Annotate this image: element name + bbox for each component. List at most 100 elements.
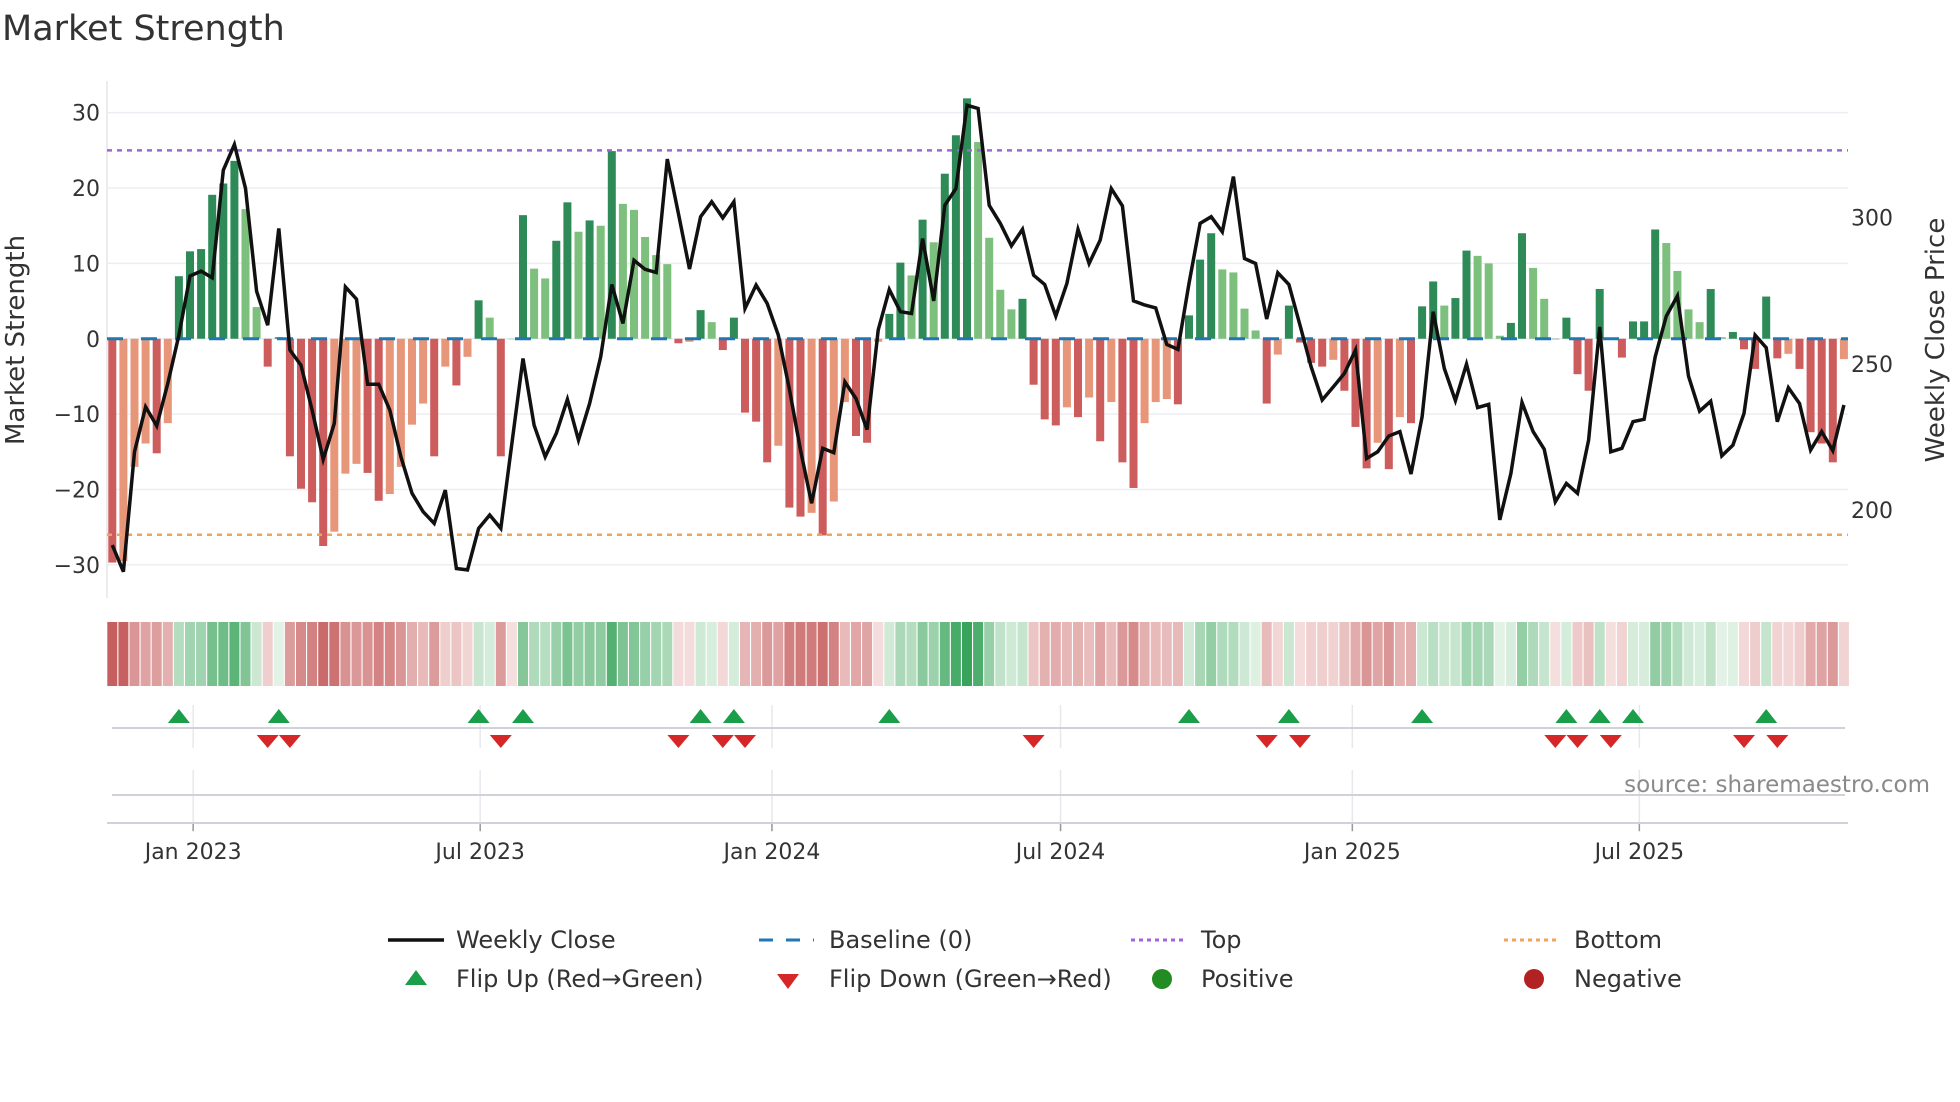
flip-down-marker	[1255, 735, 1278, 748]
heat-cell	[1428, 622, 1439, 686]
flip-down-marker	[278, 735, 301, 748]
flip-down-marker	[1544, 735, 1567, 748]
heat-cell	[1639, 622, 1650, 686]
y2-tick-label: 200	[1851, 499, 1893, 524]
heat-cell	[1195, 622, 1206, 686]
positive-bar	[585, 220, 594, 339]
heat-cell	[573, 622, 584, 686]
heat-cell	[1283, 622, 1294, 686]
heat-cell	[251, 622, 262, 686]
negative-bar	[352, 338, 361, 464]
positive-bar	[1484, 263, 1493, 339]
flip-up-marker	[512, 709, 534, 723]
negative-bar	[674, 338, 683, 344]
heat-cell	[1661, 622, 1672, 686]
heat-cell	[1228, 622, 1239, 686]
negative-bar	[141, 338, 150, 444]
heat-cell	[717, 622, 728, 686]
positive-bar	[918, 219, 927, 339]
heat-cell	[784, 622, 795, 686]
heat-cell	[606, 622, 617, 686]
legend-item-negative: Negative	[1524, 965, 1682, 993]
date-axis: Jan 2023 Jul 2023 Jan 2024 Jul 2024 Jan 2025…	[107, 822, 1848, 865]
heat-cell	[884, 622, 895, 686]
heat-cell	[129, 622, 140, 686]
flip-up-marker	[1411, 709, 1434, 723]
heat-cell	[362, 622, 373, 686]
heat-cell	[1039, 622, 1050, 686]
heat-cell	[1494, 622, 1505, 686]
flip-up-marker	[1555, 709, 1578, 723]
heat-cell	[950, 622, 961, 686]
heat-cell	[1306, 622, 1317, 686]
negative-bar	[1062, 338, 1071, 408]
flip-up-marker	[167, 709, 190, 723]
positive-bar	[1218, 269, 1227, 339]
heat-cell	[440, 622, 451, 686]
positive-bar	[641, 237, 650, 339]
negative-bar	[1784, 338, 1793, 354]
heat-cell	[1394, 622, 1405, 686]
negative-bar	[1096, 338, 1105, 442]
heat-cell	[1705, 622, 1716, 686]
negative-bar	[852, 338, 860, 436]
heat-cell	[773, 622, 784, 686]
negative-bar	[718, 338, 727, 351]
x-tick-label: Jul 2025	[1593, 840, 1685, 865]
negative-bar	[496, 338, 505, 457]
positive-bar	[1695, 322, 1704, 339]
flip-up-marker	[267, 709, 290, 723]
x-tick-label: Jan 2024	[722, 840, 821, 865]
heat-cell	[1727, 622, 1738, 686]
heat-cell	[1539, 622, 1550, 686]
heat-cell	[906, 622, 917, 686]
negative-dot-icon	[1524, 969, 1544, 989]
left-axis-label: Market Strength	[1, 235, 31, 445]
heat-cell	[1616, 622, 1627, 686]
positive-bar	[996, 289, 1005, 339]
y-tick-label: −10	[54, 403, 100, 428]
x-tick-label: Jul 2023	[433, 840, 525, 865]
flip-down-marker	[489, 735, 512, 748]
legend-item-weekly-close: Weekly Close	[388, 926, 616, 954]
negative-bar	[408, 338, 416, 425]
heat-cell	[1739, 622, 1749, 686]
heat-cell	[484, 622, 495, 686]
heat-cell	[895, 622, 906, 686]
positive-bar	[1706, 289, 1715, 339]
heat-strip	[107, 622, 1849, 686]
negative-bar	[1140, 338, 1149, 424]
heat-cell	[1128, 622, 1139, 686]
heat-cell	[839, 622, 850, 686]
heat-cell	[307, 622, 318, 686]
heat-cell	[1683, 622, 1694, 686]
positive-bar	[896, 262, 905, 339]
heat-cell	[1383, 622, 1394, 686]
legend-label: Top	[1200, 926, 1242, 954]
heat-cell	[728, 622, 739, 686]
y-tick-label: 20	[72, 177, 100, 202]
positive-bar	[1007, 309, 1016, 339]
heat-cell	[351, 622, 362, 686]
y-tick-label: −30	[54, 554, 100, 579]
positive-bar	[596, 225, 605, 339]
heat-cell	[185, 622, 195, 686]
y-tick-label: 10	[72, 252, 100, 277]
negative-bar	[1384, 338, 1393, 470]
heat-cell	[1450, 622, 1461, 686]
heat-cell	[173, 622, 184, 686]
heat-cell	[506, 622, 517, 686]
negative-bar	[1329, 338, 1338, 360]
heat-cell	[1583, 622, 1594, 686]
heat-cell	[962, 622, 972, 686]
x-tick-label: Jan 2023	[143, 840, 242, 865]
negative-bar	[1795, 338, 1804, 369]
heat-cell	[651, 622, 662, 686]
heat-cell	[1750, 622, 1761, 686]
heat-cell	[1317, 622, 1328, 686]
heat-cell	[928, 622, 939, 686]
negative-bar	[419, 338, 428, 404]
heat-cell	[296, 622, 306, 686]
heat-cell	[1472, 622, 1483, 686]
negative-bar	[1817, 338, 1826, 444]
